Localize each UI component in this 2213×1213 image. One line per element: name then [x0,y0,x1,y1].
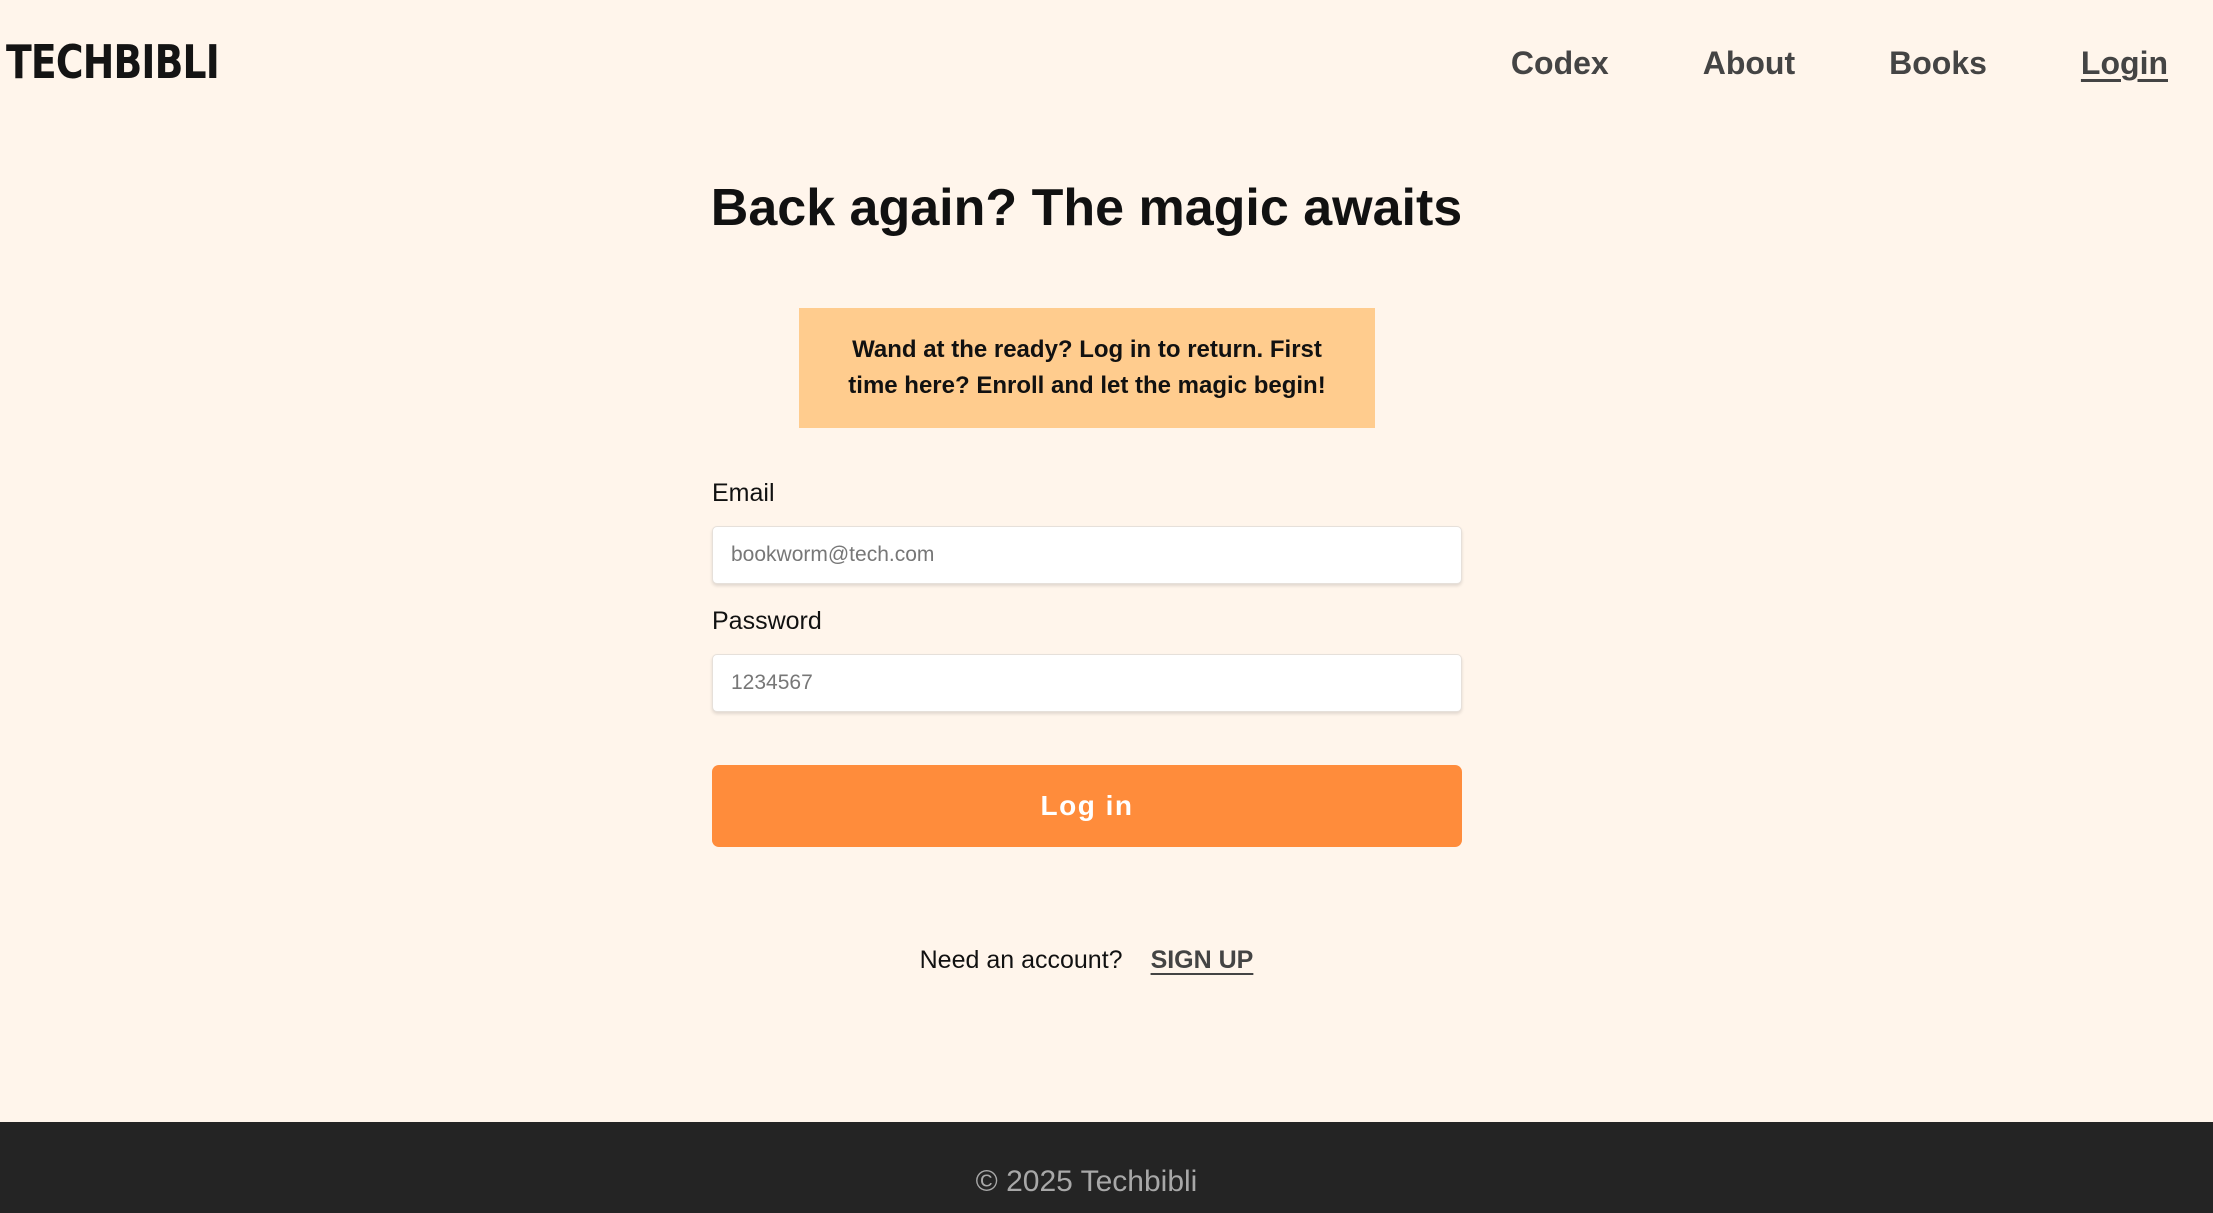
nav-link-login[interactable]: Login [2081,40,2168,86]
signup-link[interactable]: SIGN UP [1151,946,1254,974]
login-notice-banner: Wand at the ready? Log in to return. Fir… [799,308,1375,428]
site-footer: © 2025 Techbibli [0,1122,2213,1213]
password-field[interactable] [712,654,1462,712]
site-logo[interactable]: TECHBIBLI [6,34,220,90]
password-label: Password [712,607,822,635]
nav-link-books[interactable]: Books [1889,40,1987,86]
page-title: Back again? The magic awaits [710,179,1463,237]
site-header: TECHBIBLI Codex About Books Login [0,0,2213,125]
nav-link-about[interactable]: About [1703,40,1795,86]
email-label: Email [712,479,775,507]
signup-row: Need an account? SIGN UP [0,940,2173,980]
nav-link-codex[interactable]: Codex [1511,40,1609,86]
email-field[interactable] [712,526,1462,584]
main-nav: Codex About Books Login [1511,40,2168,86]
footer-copyright: © 2025 Techbibli [975,1165,1198,1198]
login-notice-text: Wand at the ready? Log in to return. Fir… [848,336,1326,399]
login-button[interactable]: Log in [712,765,1462,847]
page: TECHBIBLI Codex About Books Login Back a… [0,0,2213,1213]
signup-prompt: Need an account? [919,946,1123,974]
